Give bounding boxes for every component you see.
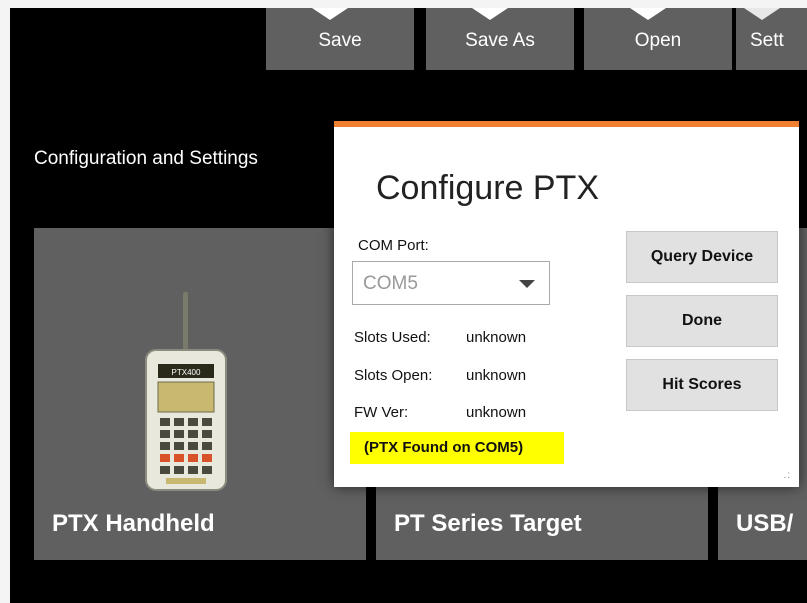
com-port-select[interactable]: COM5 — [352, 261, 550, 305]
slots-open-label: Slots Open: — [354, 367, 433, 384]
tile-label: USB/ — [736, 510, 794, 537]
tile-label: PT Series Target — [394, 510, 582, 537]
page-heading: Configuration and Settings — [34, 148, 258, 169]
open-icon — [630, 8, 666, 20]
device-brand-label: PTX400 — [172, 368, 201, 377]
done-button[interactable]: Done — [626, 295, 778, 347]
save-as-button[interactable]: Save As — [426, 8, 574, 70]
slots-open-value: unknown — [466, 367, 527, 384]
slots-used-label: Slots Used: — [354, 329, 431, 346]
ptx-handheld-device-image: PTX400 — [145, 292, 227, 491]
open-label: Open — [634, 30, 682, 51]
dialog-title: Configure PTX — [376, 169, 599, 207]
save-as-label: Save As — [465, 30, 535, 51]
tile-label: PTX Handheld — [52, 510, 215, 537]
com-port-label: COM Port: — [358, 237, 429, 254]
resize-grip-icon[interactable]: .: — [783, 470, 791, 481]
settings-button[interactable]: Sett — [736, 8, 807, 70]
save-label: Save — [318, 30, 362, 51]
settings-label: Sett — [750, 30, 784, 51]
save-button[interactable]: Save — [266, 8, 414, 70]
save-as-icon — [472, 8, 508, 20]
configure-ptx-dialog: Configure PTX COM Port: COM5 Slots Used:… — [334, 121, 799, 487]
hit-scores-button[interactable]: Hit Scores — [626, 359, 778, 411]
status-message: (PTX Found on COM5) — [364, 439, 524, 456]
slots-used-value: unknown — [466, 329, 527, 346]
fw-ver-label: FW Ver: — [354, 404, 409, 421]
open-button[interactable]: Open — [584, 8, 732, 70]
query-device-button[interactable]: Query Device — [626, 231, 778, 283]
chevron-down-icon — [519, 280, 535, 288]
com-port-value: COM5 — [363, 273, 418, 294]
fw-ver-value: unknown — [466, 404, 527, 421]
settings-icon — [744, 8, 780, 20]
save-icon — [312, 8, 348, 20]
